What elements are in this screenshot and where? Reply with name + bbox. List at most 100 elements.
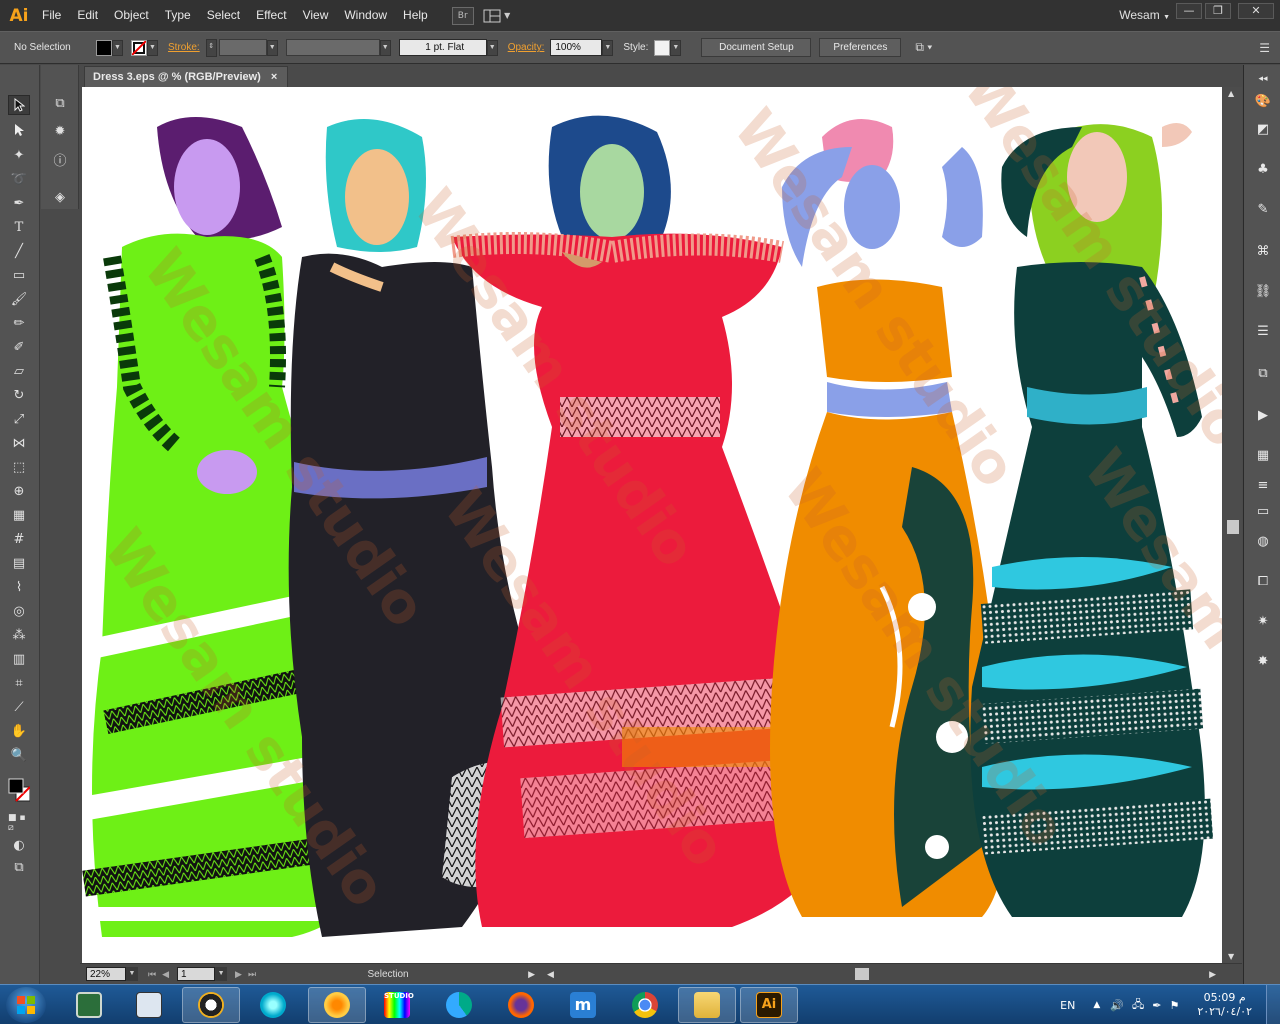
start-button[interactable]	[6, 987, 46, 1023]
slice-tool-icon[interactable]: ⟋	[8, 697, 30, 717]
color-mode-icons[interactable]: ■ ▪ ⧄	[8, 813, 30, 833]
show-desktop-button[interactable]	[1266, 985, 1280, 1024]
rotate-tool-icon[interactable]: ↻	[8, 385, 30, 405]
color-guide-icon[interactable]: ◩	[1253, 119, 1273, 139]
menu-file[interactable]: File	[34, 0, 69, 31]
next-artboard-icon[interactable]: ▶	[235, 969, 242, 980]
actions-panel-icon[interactable]: ▶	[1253, 405, 1273, 425]
scroll-left-icon[interactable]: ◀	[547, 969, 554, 980]
show-hidden-icons[interactable]: ▲	[1093, 1000, 1100, 1010]
vertical-scroll-thumb[interactable]	[1227, 520, 1239, 534]
brushes-panel-icon[interactable]: ✎	[1253, 199, 1273, 219]
layers-dock-icon[interactable]: ✸	[1253, 651, 1273, 671]
taskbar-app-paint[interactable]	[308, 987, 366, 1023]
align-panel-icon[interactable]: ☰	[1253, 321, 1273, 341]
magic-wand-tool-icon[interactable]: ✦	[8, 145, 30, 165]
taskbar-app-firefox[interactable]	[492, 987, 550, 1023]
artboards-panel-icon[interactable]: ⧉	[49, 93, 71, 113]
type-tool-icon[interactable]: T	[8, 217, 30, 237]
arrange-documents-button[interactable]: ▼	[482, 7, 512, 25]
menu-effect[interactable]: Effect	[248, 0, 294, 31]
stroke-dropdown[interactable]: ▼	[147, 39, 158, 56]
taskbar-app-maxthon[interactable]: m	[554, 987, 612, 1023]
transform-panel-icon[interactable]: ▦	[1253, 445, 1273, 465]
symbols-panel-icon[interactable]: ⌘	[1253, 241, 1273, 261]
menu-select[interactable]: Select	[199, 0, 248, 31]
blob-brush-tool-icon[interactable]: ✐	[8, 337, 30, 357]
variable-width-dropdown[interactable]: ▼	[379, 39, 391, 56]
hand-tool-icon[interactable]: ✋	[8, 721, 30, 741]
layers-panel-icon[interactable]: ◈	[49, 187, 71, 207]
taskbar-app-media-player[interactable]	[244, 987, 302, 1023]
direct-selection-tool-icon[interactable]	[8, 120, 30, 140]
appearance-panel-icon[interactable]: ⧠	[1253, 571, 1273, 591]
opacity-field[interactable]: 100%	[550, 39, 603, 56]
symbol-sprayer-tool-icon[interactable]: ⁂	[8, 625, 30, 645]
workspace-switcher[interactable]: Wesam ▼	[1119, 0, 1170, 31]
width-tool-icon[interactable]: ⋈	[8, 433, 30, 453]
taskbar-app-studio[interactable]: STUDIO	[368, 987, 426, 1023]
screen-mode-icon[interactable]: ⧉	[8, 857, 30, 877]
document-tab[interactable]: Dress 3.eps @ % (RGB/Preview) ×	[84, 66, 289, 87]
graphic-styles-panel-icon[interactable]: ✷	[1253, 611, 1273, 631]
pathfinder-panel-icon[interactable]: ⧉	[1253, 363, 1273, 383]
artboard-number-field[interactable]: 1	[177, 967, 216, 981]
clock[interactable]: 05:09 م ٢٠٢٦/٠٤/٠٢	[1183, 991, 1266, 1019]
artboard-tool-icon[interactable]: ⌗	[8, 673, 30, 693]
transparency-panel-icon[interactable]: ◍	[1253, 531, 1273, 551]
action-center-icon[interactable]: ⚑	[1169, 999, 1179, 1012]
menu-object[interactable]: Object	[106, 0, 157, 31]
panel-menu-icon[interactable]: ☰	[1259, 41, 1270, 55]
brush-definition-field[interactable]: 1 pt. Flat	[398, 39, 487, 56]
bridge-button[interactable]: Br	[451, 6, 474, 25]
graphic-style-swatch[interactable]	[654, 39, 671, 56]
brush-dropdown[interactable]: ▼	[486, 39, 498, 56]
stroke-panel-icon[interactable]: ≡	[1253, 475, 1273, 495]
fill-stroke-indicator[interactable]	[8, 775, 30, 805]
stroke-swatch[interactable]	[131, 39, 147, 56]
opacity-dropdown[interactable]: ▼	[602, 39, 614, 56]
stroke-weight-dropdown[interactable]: ▼	[266, 39, 278, 56]
language-indicator[interactable]: EN	[1060, 999, 1075, 1012]
eraser-tool-icon[interactable]: ▱	[8, 361, 30, 381]
rectangle-tool-icon[interactable]: ▭	[8, 265, 30, 285]
links-panel-icon[interactable]: ⛓	[1253, 281, 1273, 301]
close-button[interactable]: ✕	[1238, 3, 1274, 19]
scroll-right-icon[interactable]: ▶	[1209, 969, 1216, 980]
taskbar-app-illustrator[interactable]: Ai	[740, 987, 798, 1023]
canvas-area[interactable]: Wesam studio Wesam studio Wesam studio W…	[80, 87, 1223, 963]
mesh-tool-icon[interactable]: #	[8, 529, 30, 549]
taskbar-app-explorer[interactable]	[678, 987, 736, 1023]
network-icon[interactable]: 🖧	[1132, 996, 1144, 1015]
first-artboard-icon[interactable]: ⏮	[148, 969, 156, 980]
paintbrush-tool-icon[interactable]: 🖌	[8, 289, 30, 309]
zoom-dropdown[interactable]: ▼	[126, 967, 138, 981]
taskbar-app-chrome[interactable]	[616, 987, 674, 1023]
taskbar-app-sketch[interactable]	[120, 987, 178, 1023]
scroll-up-icon[interactable]: ▲	[1228, 89, 1234, 98]
zoom-tool-icon[interactable]: 🔍	[8, 745, 30, 765]
collapse-panels-icon[interactable]: ◂◂	[1253, 69, 1273, 89]
vertical-scrollbar[interactable]: ▲ ▼	[1223, 87, 1242, 963]
free-transform-tool-icon[interactable]: ⬚	[8, 457, 30, 477]
lasso-tool-icon[interactable]: ➰	[8, 169, 30, 189]
gradient-tool-icon[interactable]: ▤	[8, 553, 30, 573]
horizontal-scroll-thumb[interactable]	[855, 968, 869, 980]
menu-edit[interactable]: Edit	[69, 0, 106, 31]
line-tool-icon[interactable]: ╱	[8, 241, 30, 261]
pen-icon[interactable]: ✒	[1152, 999, 1161, 1012]
menu-view[interactable]: View	[295, 0, 337, 31]
scale-tool-icon[interactable]: ⤢	[8, 409, 30, 429]
document-setup-button[interactable]: Document Setup	[701, 38, 812, 57]
previous-artboard-icon[interactable]: ◀	[162, 969, 169, 980]
gradient-panel-icon[interactable]: ▭	[1253, 501, 1273, 521]
menu-help[interactable]: Help	[395, 0, 436, 31]
column-graph-tool-icon[interactable]: ▥	[8, 649, 30, 669]
variable-width-field[interactable]	[285, 39, 380, 56]
artboard-dropdown[interactable]: ▼	[215, 967, 228, 981]
taskbar-app-edge[interactable]	[430, 987, 488, 1023]
zoom-field[interactable]: 22%	[86, 967, 126, 981]
artboard[interactable]: Wesam studio Wesam studio Wesam studio W…	[82, 87, 1222, 963]
stroke-weight-field[interactable]	[218, 39, 267, 56]
pen-tool-icon[interactable]: ✒	[8, 193, 30, 213]
